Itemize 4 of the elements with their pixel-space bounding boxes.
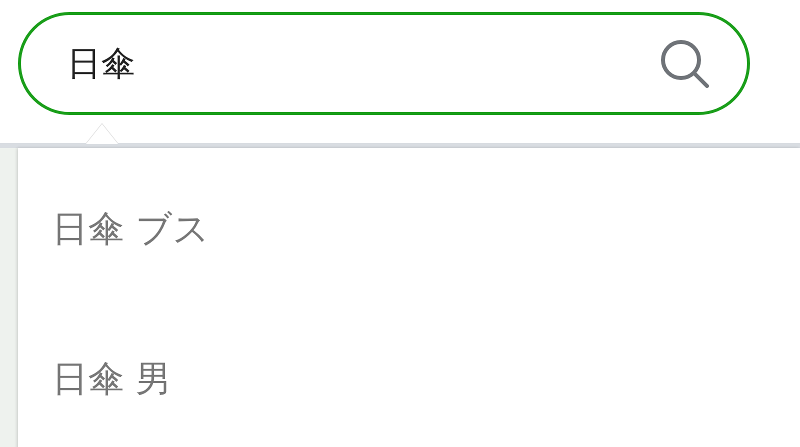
- search-field[interactable]: 日傘: [18, 12, 750, 115]
- suggestion-item[interactable]: 日傘 ブス: [18, 190, 800, 270]
- search-input[interactable]: 日傘: [65, 42, 657, 84]
- suggestion-item[interactable]: 日傘 男: [18, 340, 800, 420]
